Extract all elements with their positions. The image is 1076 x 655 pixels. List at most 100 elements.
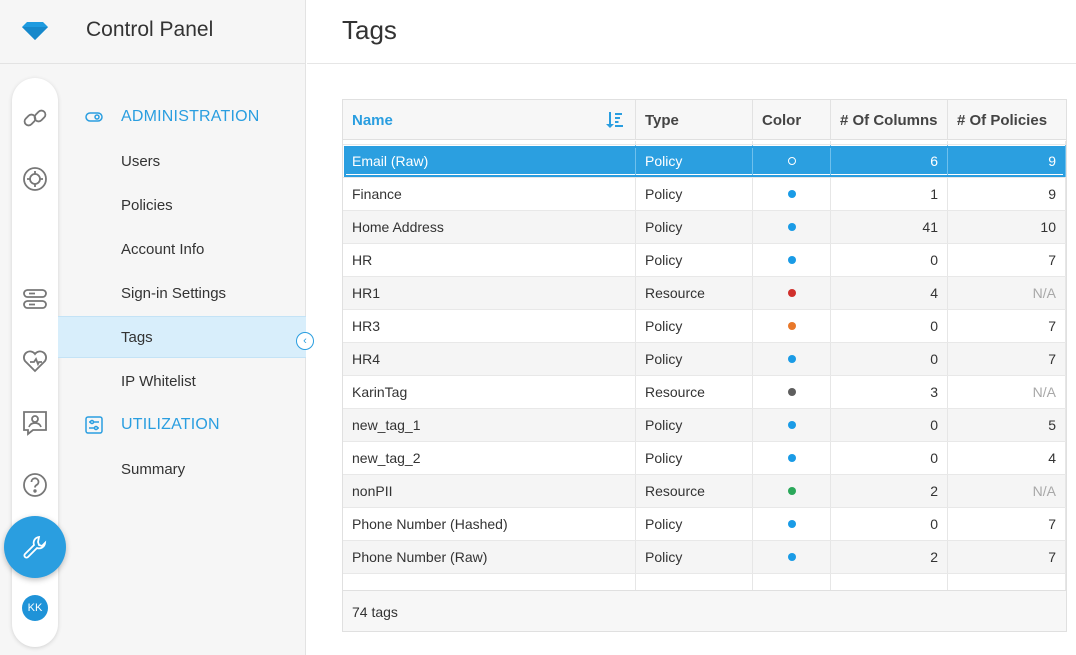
link-icon[interactable] [21, 104, 49, 132]
cell-policies: 5 [948, 409, 1066, 441]
table-row[interactable]: Finance Policy 1 9 [343, 178, 1066, 211]
table-row[interactable]: Home Address Policy 41 10 [343, 211, 1066, 244]
cell-type: Resource [636, 376, 753, 408]
sidebar-item-policies[interactable]: Policies [58, 184, 306, 226]
cell-columns: 3 [831, 376, 948, 408]
tags-table: Name Type Color # Of Columns # Of Polici… [342, 99, 1067, 632]
cell-type: Policy [636, 145, 753, 177]
column-header-name[interactable]: Name [343, 100, 636, 140]
cell-color [753, 145, 831, 177]
cell-columns: 41 [831, 211, 948, 243]
heart-icon[interactable] [21, 347, 49, 375]
table-header: Name Type Color # Of Columns # Of Polici… [343, 100, 1066, 140]
cell-type: Resource [636, 277, 753, 309]
table-row[interactable]: Email (Raw) Policy 6 9 [343, 145, 1066, 178]
sidebar-item-ip-whitelist[interactable]: IP Whitelist [58, 360, 306, 402]
color-dot [787, 487, 796, 495]
cell-name [343, 574, 636, 590]
sidebar-item-tags[interactable]: Tags [58, 316, 306, 358]
cell-type: Policy [636, 211, 753, 243]
table-row[interactable] [343, 574, 1066, 590]
cell-name [343, 141, 636, 144]
column-header-type[interactable]: Type [636, 100, 753, 140]
table-row[interactable]: HR1 Resource 4 N/A [343, 277, 1066, 310]
wrench-icon[interactable] [4, 516, 66, 578]
table-footer: 74 tags [343, 590, 1066, 631]
main-header: Tags [307, 0, 1076, 64]
sort-descending-icon[interactable] [605, 111, 623, 129]
sidebar-item-sign-in-settings[interactable]: Sign-in Settings [58, 272, 306, 314]
help-icon[interactable] [21, 471, 49, 499]
sidebar-item-label: Tags [121, 328, 153, 346]
sidebar-item-users[interactable]: Users [58, 140, 306, 182]
color-dot [787, 355, 796, 363]
cell-name: HR3 [343, 310, 636, 342]
cell-columns: 2 [831, 541, 948, 573]
column-header-policies[interactable]: # Of Policies [948, 100, 1066, 140]
cell-policies: 7 [948, 343, 1066, 375]
table-row[interactable]: HR4 Policy 0 7 [343, 343, 1066, 376]
cell-name: nonPII [343, 475, 636, 507]
cell-columns: 1 [831, 178, 948, 210]
cell-color [753, 178, 831, 210]
column-header-color[interactable]: Color [753, 100, 831, 140]
collapse-sidebar-button[interactable]: ‹ [296, 332, 314, 350]
brand-header: Control Panel [0, 0, 306, 64]
gear-cycle-icon[interactable] [21, 165, 49, 193]
cell-color [753, 141, 831, 144]
cell-type: Policy [636, 310, 753, 342]
cell-policies: N/A [948, 475, 1066, 507]
cell-columns: 0 [831, 508, 948, 540]
table-row[interactable]: KarinTag Resource 3 N/A [343, 376, 1066, 409]
table-row[interactable]: new_tag_1 Policy 0 5 [343, 409, 1066, 442]
column-label: Name [352, 111, 393, 129]
table-row[interactable]: Phone Number (Raw) Policy 2 7 [343, 541, 1066, 574]
cell-type: Resource [636, 475, 753, 507]
table-row[interactable]: Phone Number (Hashed) Policy 0 7 [343, 508, 1066, 541]
sidebar-item-label: Users [121, 152, 161, 170]
cell-name: Phone Number (Raw) [343, 541, 636, 573]
cell-columns: 0 [831, 343, 948, 375]
cell-policies: 9 [948, 178, 1066, 210]
table-row[interactable]: nonPII Resource 2 N/A [343, 475, 1066, 508]
cell-name: Home Address [343, 211, 636, 243]
cell-type [636, 141, 753, 144]
cell-type: Policy [636, 343, 753, 375]
table-row[interactable]: HR3 Policy 0 7 [343, 310, 1066, 343]
cell-color [753, 376, 831, 408]
cell-color [753, 508, 831, 540]
sidebar-item-summary[interactable]: Summary [58, 448, 306, 490]
sidebar-item-label: Policies [121, 196, 173, 214]
sidebar-item-account-info[interactable]: Account Info [58, 228, 306, 270]
table-row[interactable]: new_tag_2 Policy 0 4 [343, 442, 1066, 475]
cell-type: Policy [636, 541, 753, 573]
database-icon[interactable] [21, 285, 49, 313]
table-body[interactable]: Email (Raw) Policy 6 9 Finance Policy 1 9 Home A… [343, 141, 1066, 590]
cell-policies: 7 [948, 310, 1066, 342]
cell-name: Finance [343, 178, 636, 210]
tag-count: 74 tags [352, 604, 398, 620]
color-dot [787, 553, 796, 561]
cell-columns: 0 [831, 442, 948, 474]
cell-policies [948, 574, 1066, 590]
color-dot [787, 388, 796, 396]
cell-columns: 0 [831, 409, 948, 441]
color-dot [787, 520, 796, 528]
sliders-icon [85, 416, 103, 434]
cell-policies: 10 [948, 211, 1066, 243]
color-dot [787, 322, 796, 330]
contact-icon[interactable] [21, 409, 49, 437]
column-header-columns[interactable]: # Of Columns [831, 100, 948, 140]
cell-columns: 6 [831, 145, 948, 177]
cell-color [753, 277, 831, 309]
sidebar-item-label: IP Whitelist [121, 372, 196, 390]
cell-policies: N/A [948, 277, 1066, 309]
color-dot [787, 289, 796, 297]
cell-policies [948, 141, 1066, 144]
section-label: UTILIZATION [121, 416, 220, 433]
cell-type: Policy [636, 244, 753, 276]
cell-name: HR [343, 244, 636, 276]
avatar[interactable]: KK [22, 595, 48, 621]
cell-policies: 7 [948, 541, 1066, 573]
table-row[interactable]: HR Policy 0 7 [343, 244, 1066, 277]
